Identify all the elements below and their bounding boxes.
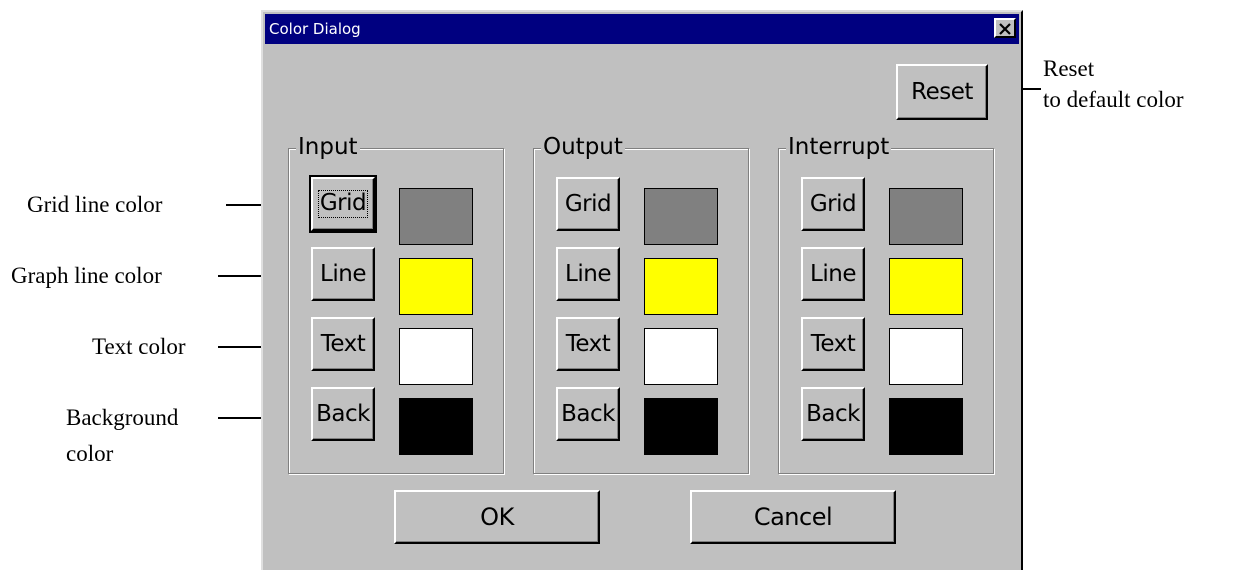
back-color-swatch[interactable] [644, 398, 718, 455]
grid-color-button[interactable]: Grid [801, 177, 865, 231]
grid-color-swatch[interactable] [889, 188, 963, 245]
back-color-button[interactable]: Back [801, 387, 865, 441]
back-color-swatch[interactable] [889, 398, 963, 455]
grid-color-swatch[interactable] [644, 188, 718, 245]
color-button-label: Line [565, 261, 611, 287]
color-button-label: Line [320, 261, 366, 287]
line-color-swatch[interactable] [889, 258, 963, 315]
color-button-label: Grid [809, 191, 857, 217]
close-icon [999, 22, 1011, 35]
group-interrupt: Interrupt Grid Line Text Back [778, 133, 994, 474]
line-color-swatch[interactable] [399, 258, 473, 315]
color-button-label: Back [806, 401, 860, 427]
color-button-label: Line [810, 261, 856, 287]
color-button-label: Text [320, 331, 366, 357]
text-color-swatch[interactable] [889, 328, 963, 385]
color-button-label: Grid [564, 191, 612, 217]
group-output: Output Grid Line Text Back [533, 133, 749, 474]
color-button-label: Back [561, 401, 615, 427]
back-color-swatch[interactable] [399, 398, 473, 455]
cancel-button-label: Cancel [753, 503, 833, 531]
grid-color-button[interactable]: Grid [309, 175, 377, 233]
grid-color-button[interactable]: Grid [556, 177, 620, 231]
line-color-button[interactable]: Line [311, 247, 375, 301]
back-color-button[interactable]: Back [311, 387, 375, 441]
cancel-button[interactable]: Cancel [690, 490, 896, 544]
ok-button[interactable]: OK [394, 490, 600, 544]
color-button-label: Grid [317, 190, 369, 218]
text-color-button[interactable]: Text [801, 317, 865, 371]
window-title: Color Dialog [269, 20, 361, 38]
group-title: Input [296, 133, 360, 161]
group-input: Input Grid Line Text Back [288, 133, 504, 474]
line-color-button[interactable]: Line [556, 247, 620, 301]
reset-button-label: Reset [911, 79, 973, 105]
text-color-button[interactable]: Text [556, 317, 620, 371]
back-color-button[interactable]: Back [556, 387, 620, 441]
text-color-swatch[interactable] [399, 328, 473, 385]
group-title: Interrupt [786, 133, 892, 161]
color-button-label: Text [810, 331, 856, 357]
color-button-label: Back [316, 401, 370, 427]
close-button[interactable] [994, 18, 1016, 38]
color-button-label: Text [565, 331, 611, 357]
ok-button-label: OK [480, 503, 514, 531]
color-dialog: Color Dialog Reset Input Grid Line Text Back… [261, 10, 1023, 570]
grid-color-swatch[interactable] [399, 188, 473, 245]
group-title: Output [541, 133, 625, 161]
text-color-swatch[interactable] [644, 328, 718, 385]
line-color-swatch[interactable] [644, 258, 718, 315]
line-color-button[interactable]: Line [801, 247, 865, 301]
title-bar: Color Dialog [265, 14, 1019, 44]
text-color-button[interactable]: Text [311, 317, 375, 371]
reset-button[interactable]: Reset [896, 64, 988, 120]
